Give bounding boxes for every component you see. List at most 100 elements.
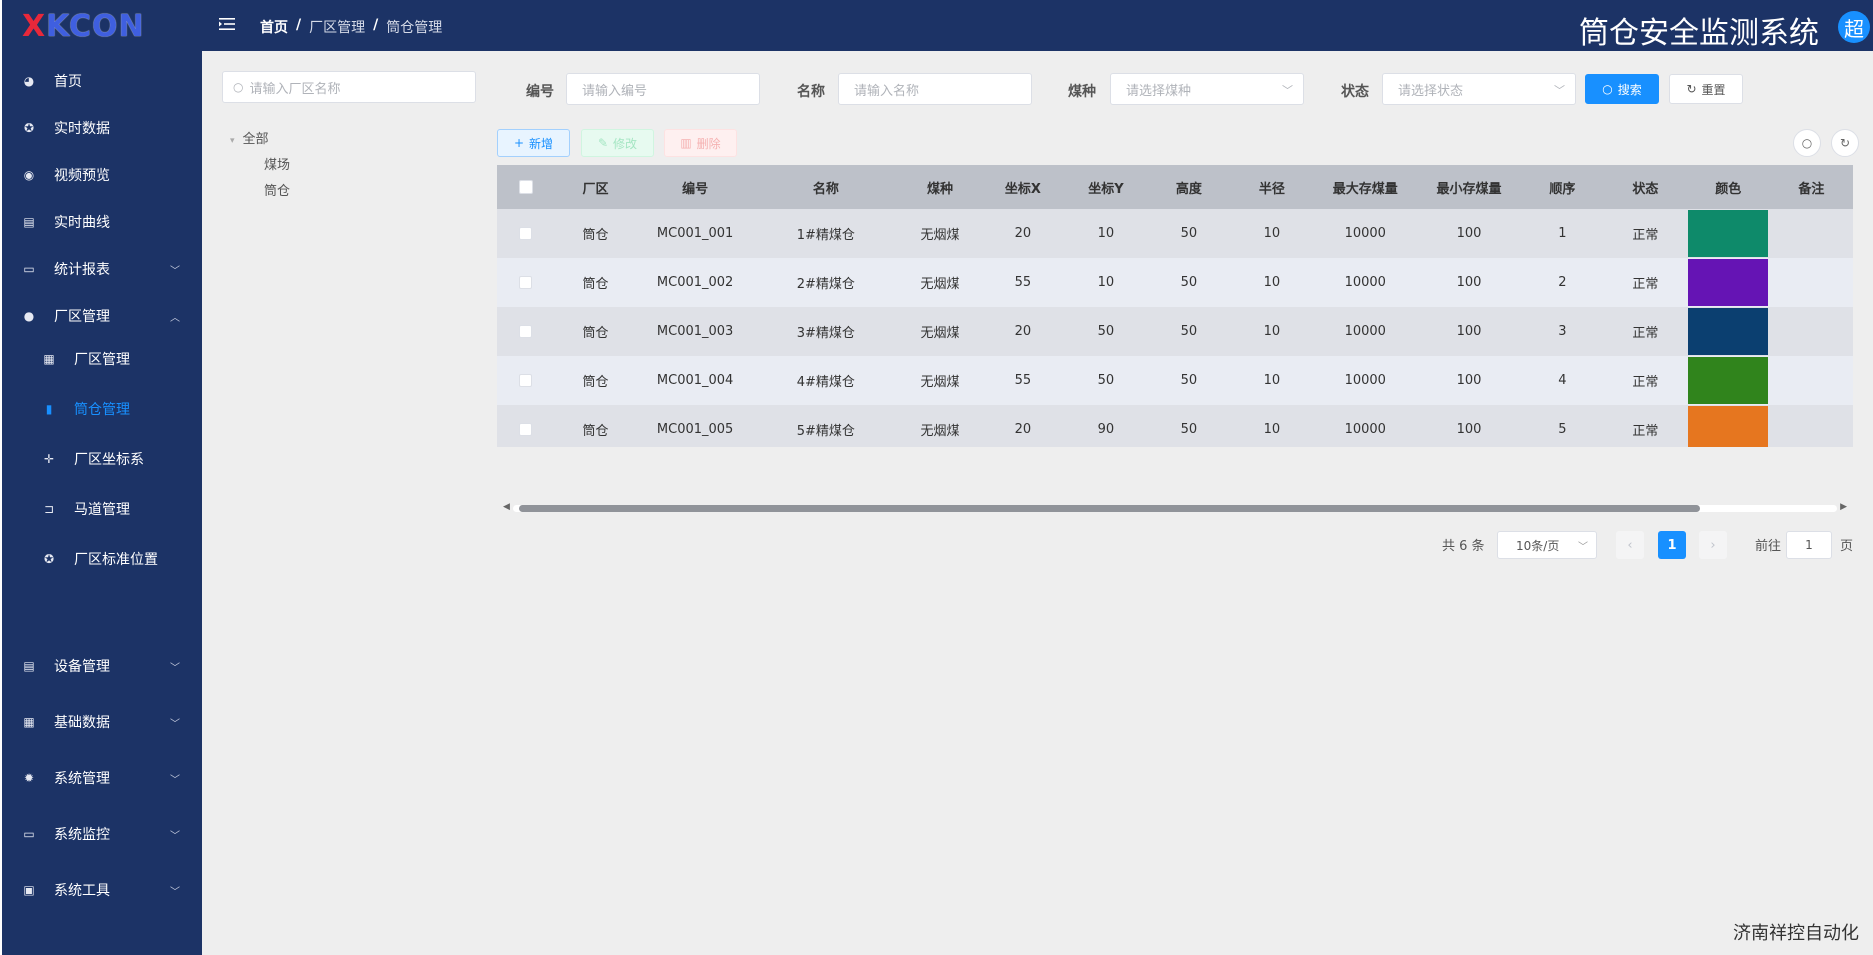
table-cell: 无烟煤 [898,405,982,447]
chart-panel-icon: ▤ [23,215,35,229]
sidebar-item-realtime-curve[interactable]: ▤ 实时曲线 [2,202,202,242]
table-row[interactable]: 筒仓 MC001_001 1#精煤仓 无烟煤 20 10 50 10 10000 100 1 正常 [497,209,1853,258]
search-icon: ○ [233,80,244,94]
sidebar-subitem-silo[interactable]: ▮ 筒仓管理 [2,389,202,429]
table-cell: 5#精煤仓 [753,405,899,447]
color-swatch [1688,357,1769,404]
sidebar-item-realtime-data[interactable]: ✪ 实时数据 [2,108,202,148]
table-row[interactable]: 筒仓 MC001_002 2#精煤仓 无烟煤 55 10 50 10 10000 100 2 正常 [497,258,1853,307]
scroll-left-icon[interactable]: ◀ [503,502,510,512]
status-label: 状态 [1341,84,1369,100]
table-row[interactable]: 筒仓 MC001_004 4#精煤仓 无烟煤 55 50 50 10 10000 100 4 正常 [497,356,1853,405]
sidebar-subitem-walkway[interactable]: ⊐ 马道管理 [2,489,202,529]
column-header[interactable]: 编号 [637,165,754,209]
table-cell: 100 [1417,405,1521,447]
row-checkbox[interactable] [519,325,533,338]
table-row[interactable]: 筒仓 MC001_005 5#精煤仓 无烟煤 20 90 50 10 10000 100 5 正常 [497,405,1853,447]
column-header[interactable]: 厂区 [554,165,638,209]
table-cell: 20 [981,405,1065,447]
table-cell: 4#精煤仓 [753,356,899,405]
edit-button[interactable]: ✎ 修改 [581,129,654,157]
table-cell: 10 [1230,405,1314,447]
status-select[interactable]: 请选择状态 ﹀ [1382,73,1576,105]
column-header[interactable]: 状态 [1603,165,1687,209]
coal-type-select[interactable]: 请选择煤种 ﹀ [1110,73,1304,105]
table-cell: 1#精煤仓 [753,209,899,258]
toggle-search-button[interactable]: ○ [1793,129,1821,157]
row-checkbox-cell [497,356,555,405]
goto-page-input[interactable]: 1 [1786,531,1832,559]
page-number-button[interactable]: 1 [1658,531,1686,559]
color-cell [1686,405,1770,447]
column-header[interactable]: 最小存煤量 [1417,165,1521,209]
sidebar-subitem-plant[interactable]: ▦ 厂区管理 [2,339,202,379]
sidebar-item-basic-data[interactable]: ▦ 基础数据 ﹀ [2,702,202,742]
scroll-right-icon[interactable]: ▶ [1840,502,1847,512]
color-swatch [1688,210,1769,257]
table-body: 筒仓 MC001_001 1#精煤仓 无烟煤 20 10 50 10 10000 100 1 正常 筒仓… [497,209,1853,447]
company-name: 济南祥控自动化 [1733,923,1859,944]
sidebar-item-devices[interactable]: ▤ 设备管理 ﹀ [2,646,202,686]
breadcrumb-separator: / [296,17,302,33]
sidebar-item-system-tools[interactable]: ▣ 系统工具 ﹀ [2,870,202,910]
chevron-left-icon: ‹ [1627,537,1633,553]
table-cell: 50 [1064,307,1148,356]
chevron-down-icon: ﹀ [1282,84,1293,97]
column-header[interactable]: 坐标Y [1064,165,1148,209]
horizontal-scrollbar[interactable]: ◀ ▶ [497,502,1853,514]
column-header[interactable]: 坐标X [981,165,1065,209]
column-header[interactable]: 顺序 [1520,165,1604,209]
table-cell: MC001_001 [637,209,754,258]
column-header[interactable]: 颜色 [1686,165,1770,209]
column-header[interactable]: 高度 [1147,165,1231,209]
prev-page-button[interactable]: ‹ [1616,531,1644,559]
name-input[interactable]: 请输入名称 [838,73,1032,105]
table-header-row: 厂区 编号 名称 煤种 坐标X 坐标Y 高度 半径 最大存煤量 最小存煤量 顺序… [497,165,1853,209]
table-cell: 10 [1064,258,1148,307]
next-page-button[interactable]: › [1699,531,1727,559]
sidebar-subitem-standard-position[interactable]: ✪ 厂区标准位置 [2,539,202,579]
table-cell [1769,258,1853,307]
menu-toggle-icon[interactable] [218,15,236,33]
sidebar-item-system-management[interactable]: ✹ 系统管理 ﹀ [2,758,202,798]
refresh-button[interactable]: ↻ [1831,129,1859,157]
add-button[interactable]: + 新增 [497,129,570,157]
sidebar: X KCON ◕ 首页 ✪ 实时数据 ◉ 视频预览 ▤ 实时曲线 ▭ 统计报表 ﹀… [2,0,202,955]
tree-node-coal-yard[interactable]: 煤场 [230,153,290,179]
scrollbar-thumb[interactable] [519,505,1700,512]
row-checkbox-cell [497,258,555,307]
column-header[interactable]: 备注 [1769,165,1853,209]
row-checkbox[interactable] [519,227,533,240]
column-header[interactable]: 名称 [753,165,899,209]
page-size-select[interactable]: 10条/页 ﹀ [1497,531,1597,559]
table-cell [1769,307,1853,356]
table-cell: 50 [1147,209,1231,258]
table-row[interactable]: 筒仓 MC001_003 3#精煤仓 无烟煤 20 50 50 10 10000 100 3 正常 [497,307,1853,356]
sidebar-item-system-monitor[interactable]: ▭ 系统监控 ﹀ [2,814,202,854]
sidebar-item-plant-management[interactable]: ● 厂区管理 ︿ [2,296,202,336]
chevron-up-icon: ︿ [170,312,180,324]
column-header[interactable]: 最大存煤量 [1313,165,1418,209]
sidebar-item-reports[interactable]: ▭ 统计报表 ﹀ [2,249,202,289]
column-header[interactable]: 半径 [1230,165,1314,209]
code-input[interactable]: 请输入编号 [566,73,760,105]
delete-button[interactable]: ▥ 删除 [664,129,737,157]
reset-button[interactable]: ↻ 重置 [1669,74,1743,104]
tree-node-all[interactable]: ▾ 全部 [230,127,290,153]
table-cell: MC001_002 [637,258,754,307]
column-header[interactable]: 煤种 [898,165,982,209]
chevron-right-icon: › [1710,537,1716,553]
row-checkbox[interactable] [519,276,533,289]
sidebar-item-video[interactable]: ◉ 视频预览 [2,155,202,195]
sidebar-subitem-coordinates[interactable]: ✛ 厂区坐标系 [2,439,202,479]
breadcrumb-home[interactable]: 首页 [260,17,288,37]
row-checkbox[interactable] [519,374,533,387]
select-all-checkbox[interactable] [518,180,533,194]
tree-search-input[interactable]: ○ 请输入厂区名称 [222,71,476,103]
tree-node-silo[interactable]: 筒仓 [230,179,290,205]
row-checkbox[interactable] [519,423,533,436]
chevron-down-icon: ﹀ [170,886,180,898]
avatar[interactable]: 超 [1838,11,1870,43]
sidebar-item-home[interactable]: ◕ 首页 [2,61,202,101]
search-button[interactable]: ○ 搜索 [1585,74,1659,104]
